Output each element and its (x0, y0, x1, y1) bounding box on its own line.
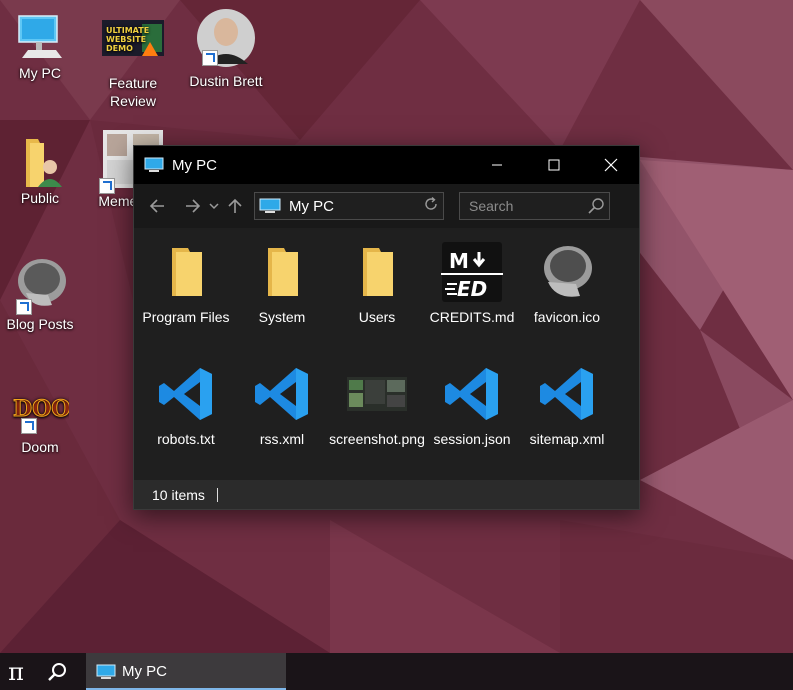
folder-icon (250, 240, 314, 304)
close-icon (604, 158, 617, 172)
pi-icon: π (8, 657, 24, 686)
svg-text:ED: ED (457, 277, 487, 301)
file-item-credits[interactable]: M ED CREDITS.md (424, 240, 520, 326)
status-divider (216, 487, 218, 502)
taskbar-item-label: My PC (122, 663, 167, 680)
file-item-users[interactable]: Users (329, 240, 425, 326)
vscode-icon (440, 362, 504, 426)
file-item-system[interactable]: System (234, 240, 330, 326)
brain-scan-icon (535, 240, 599, 304)
file-label: session.json (433, 431, 511, 447)
back-button[interactable] (144, 191, 170, 221)
navigation-bar: My PC (134, 184, 639, 228)
desktop-icon-feature-review[interactable]: ULTIMATE WEBSITE DEMO Feature Review (94, 20, 172, 110)
vscode-icon (250, 362, 314, 426)
markdown-icon: M ED (440, 240, 504, 304)
minimize-icon (491, 164, 502, 166)
video-thumbnail-icon: ULTIMATE WEBSITE DEMO (102, 20, 164, 56)
forward-button[interactable] (180, 191, 206, 221)
desktop-icon-label: My PC (19, 65, 61, 81)
file-item-sitemap[interactable]: sitemap.xml (519, 362, 615, 448)
file-label: rss.xml (259, 431, 305, 447)
file-label: favicon.ico (533, 309, 601, 325)
desktop-icon-my-pc[interactable]: My PC (1, 12, 79, 82)
shortcut-arrow-icon (21, 418, 37, 434)
address-text: My PC (289, 197, 334, 215)
file-label: System (258, 309, 306, 325)
maximize-button[interactable] (525, 146, 582, 184)
taskbar-search-button[interactable] (32, 653, 84, 690)
status-bar: 10 items (134, 480, 639, 509)
file-item-program-files[interactable]: Program Files (138, 240, 234, 326)
minimize-button[interactable] (468, 146, 525, 184)
recent-locations-button[interactable] (206, 191, 222, 221)
desktop-icon-label: Feature Review (108, 75, 158, 109)
address-bar[interactable]: My PC (254, 192, 444, 220)
desktop-icon-dustin-brett[interactable]: Dustin Brett (187, 8, 265, 90)
arrow-left-icon (149, 199, 164, 213)
search-box[interactable] (459, 192, 610, 220)
search-input[interactable] (460, 197, 585, 215)
arrow-up-icon (228, 198, 242, 213)
computer-icon (144, 157, 164, 172)
desktop-icon-label: Public (20, 190, 60, 206)
file-item-rss[interactable]: rss.xml (234, 362, 330, 448)
start-button[interactable]: π (0, 653, 32, 690)
up-button[interactable] (222, 191, 248, 221)
file-list: Program Files System Users M ED CREDITS.… (134, 228, 639, 480)
arrow-right-icon (186, 199, 201, 213)
item-count: 10 items (152, 486, 205, 503)
file-label: robots.txt (157, 431, 215, 447)
thumb-text: ULTIMATE (106, 26, 149, 35)
search-icon (588, 198, 604, 214)
screenshot-thumbnail (345, 362, 409, 426)
title-bar[interactable]: My PC (134, 146, 639, 184)
desktop-icon-label: Dustin Brett (189, 73, 263, 89)
maximize-icon (548, 159, 559, 171)
svg-text:M: M (449, 249, 469, 273)
shortcut-arrow-icon (99, 178, 115, 194)
desktop-icon-label: Blog Posts (6, 316, 74, 332)
file-item-robots[interactable]: robots.txt (138, 362, 234, 448)
file-label: screenshot.png (329, 431, 425, 447)
shortcut-arrow-icon (16, 299, 32, 315)
vscode-icon (535, 362, 599, 426)
file-item-favicon[interactable]: favicon.ico (519, 240, 615, 326)
vscode-icon (154, 362, 218, 426)
taskbar: π My PC (0, 653, 793, 690)
shortcut-arrow-icon (202, 50, 218, 66)
computer-icon (96, 664, 116, 679)
refresh-icon (425, 196, 437, 210)
folder-icon (154, 240, 218, 304)
close-button[interactable] (582, 146, 639, 184)
desktop-icon-public[interactable]: Public (1, 137, 79, 207)
avatar (196, 8, 256, 68)
file-explorer-window[interactable]: My PC My PC Search Program Files System … (133, 145, 640, 510)
file-item-session[interactable]: session.json (424, 362, 520, 448)
file-label: CREDITS.md (429, 309, 515, 325)
computer-icon (16, 12, 64, 60)
doom-logo-icon: DOOM (11, 386, 95, 434)
search-icon (48, 662, 66, 681)
chevron-down-icon (209, 203, 219, 210)
file-label: Users (358, 309, 396, 325)
file-label: Program Files (142, 309, 230, 325)
folder-icon (345, 240, 409, 304)
window-title: My PC (172, 156, 217, 174)
desktop-icon-doom[interactable]: DOOM Doom (1, 386, 96, 456)
svg-text:DEMO: DEMO (106, 44, 133, 53)
brain-scan-icon (12, 255, 68, 315)
taskbar-item-my-pc[interactable]: My PC (86, 653, 286, 690)
file-item-screenshot[interactable]: screenshot.png (329, 362, 425, 448)
svg-text:WEBSITE: WEBSITE (106, 35, 146, 44)
folder-user-icon (16, 137, 64, 187)
file-label: sitemap.xml (529, 431, 605, 447)
desktop-icon-blog-posts[interactable]: Blog Posts (1, 255, 79, 333)
desktop-icon-label: Doom (21, 439, 59, 455)
computer-icon (259, 198, 281, 213)
refresh-button[interactable] (419, 196, 443, 215)
